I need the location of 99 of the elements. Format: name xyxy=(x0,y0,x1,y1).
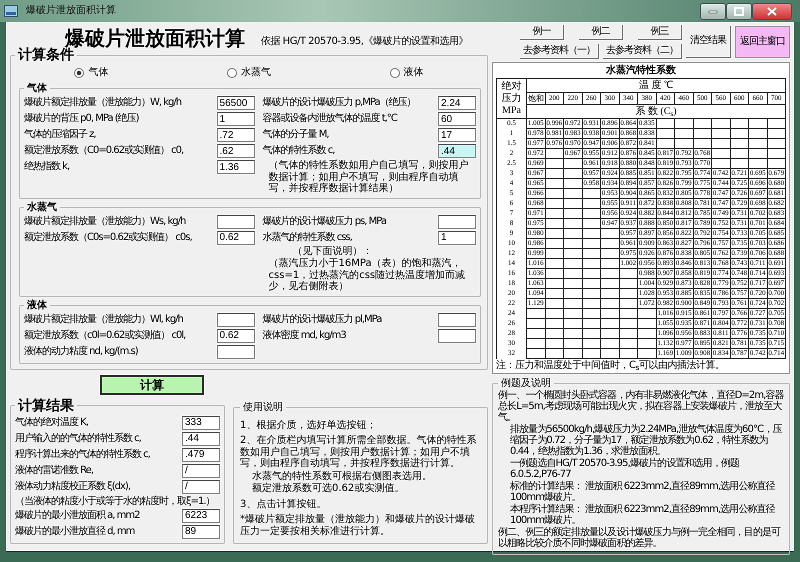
return-button[interactable]: 返回主窗口 xyxy=(735,26,790,58)
field-label: 容器或设备内泄放气体的温度 t,℃ xyxy=(262,113,398,125)
field-label: 程序计算出来的气体的特性系数 c, xyxy=(15,449,151,461)
radio-option[interactable]: 气体 xyxy=(74,67,108,79)
field-label: 爆破片的背压 p0, MPa (绝压) xyxy=(24,113,140,125)
note-text: （蒸汽压力小于16MPa（表）的饱和蒸汽，css=1，过热蒸汽的css随过热温度增加而减少，见右侧附表） xyxy=(268,257,466,293)
input-field[interactable]: 2.24 xyxy=(438,96,476,110)
field-label: 额定泄放系数（C0=0.62或实测值） c0, xyxy=(24,145,184,157)
group-title: 例题及说明 xyxy=(500,377,552,390)
field-label: 液体密度 md, kg/m3 xyxy=(262,330,347,342)
note-text: （当液体的粘度小于或等于水的粘度时，取ξ=1.） xyxy=(15,494,216,508)
input-field[interactable]: 1 xyxy=(438,230,476,245)
input-field[interactable] xyxy=(438,328,476,343)
note-text: （见下面说明）： xyxy=(292,246,374,258)
maximize-button[interactable] xyxy=(726,2,752,20)
input-field[interactable]: .44 xyxy=(182,432,220,446)
example-text: 例一、一个椭圆封头卧式容器，内有非易燃液化气体，直径D=2m,容器总长L=5m,考虑现场可能出现火灾，拟在容器上安装爆破片，泄放至大气。 xyxy=(498,390,784,423)
minimize-button[interactable] xyxy=(700,2,726,20)
input-field[interactable]: 6223 xyxy=(182,508,220,523)
input-field[interactable]: / xyxy=(182,480,220,494)
example-text: 例二、例三的额定排放量以及设计爆破压力与例一完全相同，目的是可以粗略比较介质不同时爆破面积的差异。 xyxy=(498,527,782,549)
field-label: 爆破片的最小泄放直径 d, mm xyxy=(15,526,136,538)
calculate-button[interactable]: 计算 xyxy=(100,374,204,395)
input-field[interactable] xyxy=(438,312,476,327)
example-button[interactable]: 例二 xyxy=(579,24,623,40)
instruction-text: 额定泄放系数可选0.62或实测值。 xyxy=(251,483,406,495)
radio-option[interactable]: 液体 xyxy=(390,67,424,79)
input-field[interactable]: 1 xyxy=(216,112,255,126)
field-label: 爆破片的设计爆破压力 p,MPa（绝压） xyxy=(262,97,417,109)
input-field[interactable]: .44 xyxy=(438,144,476,158)
input-field[interactable] xyxy=(216,344,255,359)
instruction-text: 1、根据介质，选好单选按钮； xyxy=(240,420,378,432)
field-label: 额定泄放系数（C0s=0.62或实测值） c0s, xyxy=(24,232,193,244)
table-header: 绝对压力 MPa xyxy=(496,78,526,118)
group-title: 气体 xyxy=(26,82,48,96)
group-title: 液体 xyxy=(26,298,48,312)
footnote: 注：压力和温度处于中间值时，C$_{s}$可以由内插法计算。 xyxy=(496,359,726,372)
input-field[interactable]: 17 xyxy=(438,128,476,142)
example-button[interactable]: 例三 xyxy=(638,24,682,40)
input-field[interactable] xyxy=(216,214,255,229)
field-label: 液体动力粘度校正系数 ξ(dx), xyxy=(15,481,132,493)
minimize-icon xyxy=(708,8,718,14)
instruction-text: 2、在介质栏内填写计算所需全部数据。气体的特性系数如用户自己填写，则按用户数据计算；如用户不填写，则由程序自动填写，并按程序数据进行计算。 xyxy=(240,435,478,470)
reference-text: 依据 HG/T 20570-3.95,《爆破片的设置和选用》 xyxy=(261,36,468,48)
input-field[interactable]: 1.36 xyxy=(216,160,255,174)
input-field[interactable]: .479 xyxy=(182,448,220,462)
input-field[interactable] xyxy=(216,312,255,327)
note-text: （气体的特性系数如用户自己填写，则按用户数据计算；如用户不填写，则由程序自动填写，并按程序数据计算结果） xyxy=(268,159,470,195)
field-label: 水蒸气的特性系数 css, xyxy=(262,232,353,244)
instruction-text: 水蒸气的特性系数可根据右侧图表选用。 xyxy=(251,470,433,482)
field-label: 爆破片的设计爆破压力 pl,MPa xyxy=(262,314,382,326)
example-text: 一例题选自HG/T 20570-3.95,爆破片的设置和选用，例题6.0.5.2,P76-77 xyxy=(509,458,740,480)
group-title: 使用说明 xyxy=(242,400,284,414)
table-header: 饱和 xyxy=(526,92,545,104)
field-label: 爆破片的设计爆破压力 ps, MPa xyxy=(262,216,388,228)
field-label: 爆破片额定排放量（泄放能力）W, kg/h xyxy=(24,97,182,109)
example-text: 标准的计算结果： 泄放面积 6223mm2,直径89mm,选用公称直径100mm爆破片。 xyxy=(509,481,776,503)
field-label: 绝热指数 k, xyxy=(24,161,70,173)
instruction-text: 3、点击计算按钮。 xyxy=(240,498,328,510)
example-text: 本程序计算结果： 泄放面积 6223mm2,直径89mm,选用公称直径100mm爆破片。 xyxy=(509,504,776,526)
field-label: 液体的动力粘度 nd, kg/(m.s) xyxy=(24,346,139,358)
field-label: 用户输入的的气体的特性系数 c, xyxy=(15,433,142,445)
input-field[interactable]: .72 xyxy=(216,128,255,142)
input-field[interactable]: 333 xyxy=(182,416,220,430)
radio-option[interactable]: 水蒸气 xyxy=(226,67,271,79)
field-label: 气体的特性系数 c, xyxy=(262,145,336,157)
field-label: 额定泄放系数（c0l=0.62或实测值） c0l, xyxy=(24,330,186,342)
field-label: 气体的分子量 M, xyxy=(262,129,330,141)
field-label: 爆破片的最小泄放面积 a, mm2 xyxy=(15,510,141,522)
clear-results-button[interactable]: 清空结果 xyxy=(686,26,731,58)
app-icon xyxy=(4,5,18,17)
table-title: 水蒸汽特性系数 xyxy=(604,64,677,78)
field-label: 气体的压缩因子 z, xyxy=(24,129,97,141)
field-label: 爆破片额定排放量（泄放能力）Wl, kg/h xyxy=(24,314,184,326)
reference-button[interactable]: 去参考资料（一） xyxy=(520,44,599,58)
input-field[interactable]: .62 xyxy=(216,144,255,158)
close-button[interactable] xyxy=(752,2,792,20)
example-button[interactable]: 例一 xyxy=(520,24,564,40)
close-icon xyxy=(767,6,777,16)
input-field[interactable]: 56500 xyxy=(216,96,255,110)
field-label: 液体的雷诺准数 Re, xyxy=(15,465,94,477)
maximize-icon xyxy=(734,6,744,16)
group-title: 水蒸气 xyxy=(26,200,58,214)
field-label: 气体的绝对温度 K, xyxy=(15,417,89,429)
field-label: 爆破片额定排放量（泄放能力）Ws, kg/h xyxy=(24,216,186,228)
input-field[interactable]: 0.62 xyxy=(216,328,255,343)
input-field[interactable]: 0.62 xyxy=(216,230,255,245)
example-text: 排放量为56500kg/h,爆破压力为2.24MPa,泄放气体温度为60℃，压缩因子为0.72，分子量为17，额定泄放系数为0.62，特性系数为0.44，绝热指数为1.36，求泄放面积。 xyxy=(509,424,783,457)
input-field[interactable]: 60 xyxy=(438,112,476,126)
input-field[interactable]: 89 xyxy=(182,524,220,539)
input-field[interactable]: / xyxy=(182,464,220,478)
input-field[interactable] xyxy=(438,214,476,229)
table-header: 系 数 (C$_{s}$) xyxy=(526,104,786,118)
reference-button[interactable]: 去参考资料（二） xyxy=(603,44,682,58)
group-title: 计算条件 xyxy=(16,47,74,64)
instruction-text: *爆破片额定排放量（泄放能力）和爆破片的设计爆破压力一定要按相关标准进行计算。 xyxy=(240,514,476,538)
window-title: 爆破片泄放面积计算 xyxy=(26,5,116,17)
table-header: 温 度 ℃ xyxy=(526,78,786,92)
group-title: 计算结果 xyxy=(16,396,75,415)
